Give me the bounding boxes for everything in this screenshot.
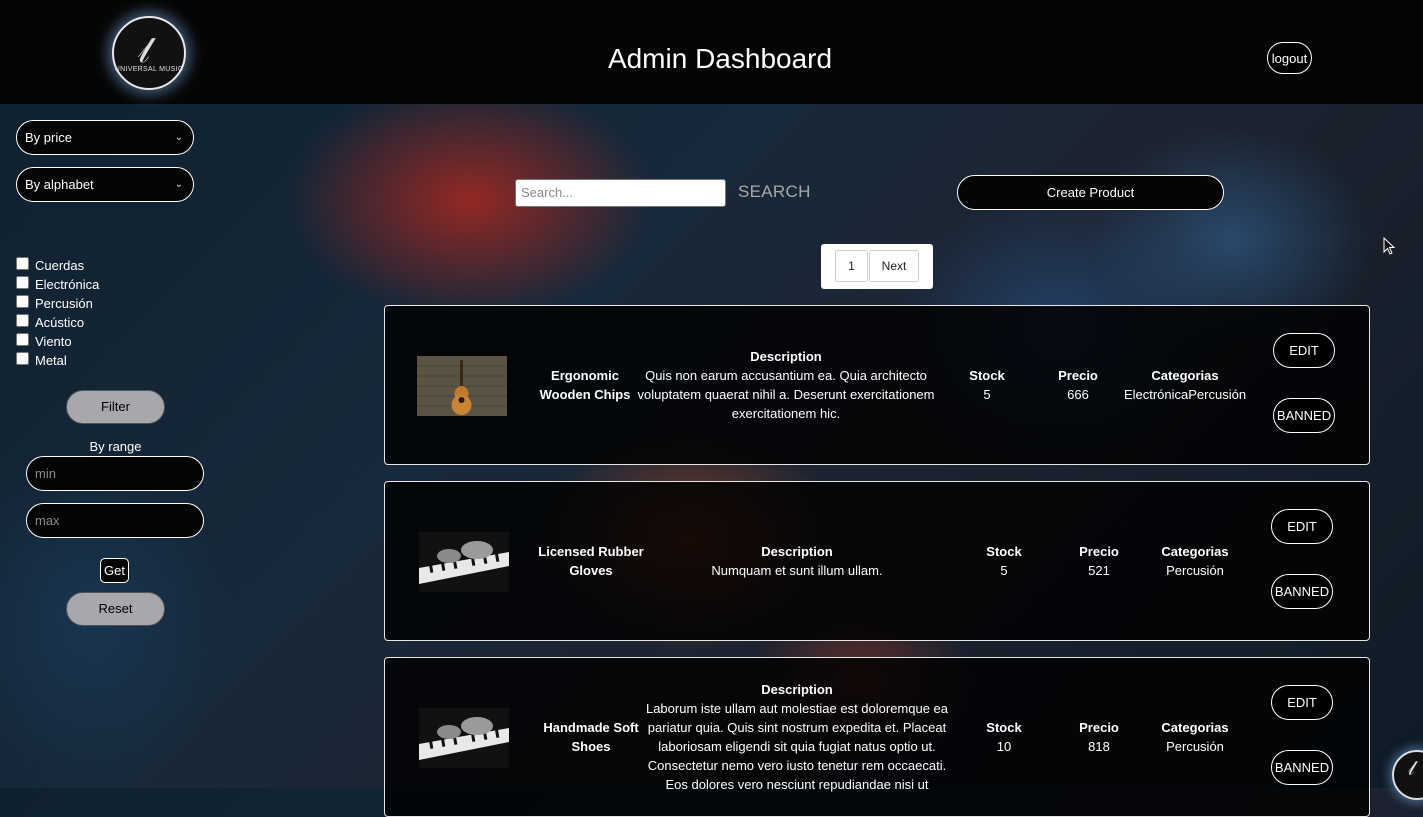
price-value: 666: [1067, 387, 1089, 402]
pagination: 1 Next: [821, 244, 933, 289]
description-text: Numquam et sunt illum ullam.: [711, 563, 883, 578]
product-stock: Stock 10: [969, 718, 1039, 756]
category-label: Percusión: [35, 296, 93, 311]
page-title: Admin Dashboard: [607, 43, 833, 74]
logo-mark: 𝓁: [1408, 756, 1415, 780]
range-label: By range: [89, 439, 142, 454]
price-value: 521: [1088, 563, 1110, 578]
piano-image: [419, 708, 509, 768]
description-text: Quis non earum accusantium ea. Quia arch…: [637, 368, 935, 421]
description-header: Description: [761, 682, 833, 697]
category-label: Acústico: [35, 315, 85, 330]
price-header: Precio: [1079, 544, 1119, 559]
description-header: Description: [761, 544, 833, 559]
categories-value: Percusión: [1166, 739, 1224, 754]
categories-value: ElectrónicaPercusión: [1123, 387, 1247, 402]
search-input[interactable]: Search...: [515, 179, 726, 207]
product-categories: Categorias Percusión: [1145, 718, 1245, 756]
category-label: Viento: [35, 334, 72, 349]
reset-button[interactable]: Reset: [66, 592, 165, 626]
product-card: Handmade Soft Shoes Description Laborum …: [384, 657, 1370, 817]
price-header: Precio: [1079, 720, 1119, 735]
category-label: Electrónica: [35, 277, 100, 292]
product-categories: Categorias Percusión: [1145, 542, 1245, 580]
logo-icon[interactable]: 𝓁 UNIVERSAL MUSIC: [112, 16, 186, 90]
sort-price-select[interactable]: By price ⌄: [16, 120, 194, 155]
checkbox[interactable]: [16, 276, 29, 289]
product-price: Precio 521: [1064, 542, 1134, 580]
product-stock: Stock 5: [952, 366, 1022, 404]
edit-button[interactable]: EDIT: [1271, 685, 1333, 720]
sort-alpha-value: By alphabet: [25, 177, 94, 192]
max-input[interactable]: max: [26, 503, 204, 538]
create-product-button[interactable]: Create Product: [957, 175, 1224, 210]
checkbox[interactable]: [16, 333, 29, 346]
banned-button[interactable]: BANNED: [1273, 398, 1335, 433]
edit-button[interactable]: EDIT: [1273, 333, 1335, 368]
checkbox[interactable]: [16, 295, 29, 308]
product-name: Licensed Rubber Gloves: [538, 544, 644, 578]
page-1-button[interactable]: 1: [835, 250, 868, 282]
min-input[interactable]: min: [26, 456, 204, 491]
checkbox[interactable]: [16, 314, 29, 327]
product-card: Ergonomic Wooden Chips Description Quis …: [384, 305, 1370, 465]
header: 𝓁 UNIVERSAL MUSIC Admin Dashboard logout: [0, 0, 1423, 104]
product-categories: Categorias ElectrónicaPercusión: [1120, 366, 1250, 404]
product-stock: Stock 5: [969, 542, 1039, 580]
piano-image: [419, 532, 509, 592]
categories-header: Categorias: [1151, 368, 1219, 383]
product-description: Description Quis non earum accusantium e…: [635, 347, 937, 423]
banned-button[interactable]: BANNED: [1271, 750, 1333, 785]
logout-button[interactable]: logout: [1267, 42, 1312, 74]
search-button[interactable]: SEARCH: [738, 182, 811, 202]
product-name: Handmade Soft Shoes: [543, 720, 639, 754]
stock-header: Stock: [986, 720, 1022, 735]
stock-value: 5: [1000, 563, 1008, 578]
cursor-icon: [1383, 236, 1396, 260]
price-header: Precio: [1058, 368, 1098, 383]
checkbox[interactable]: [16, 257, 29, 270]
product-price: Precio 818: [1064, 718, 1134, 756]
logo-text: UNIVERSAL MUSIC: [114, 66, 184, 73]
filter-button[interactable]: Filter: [66, 390, 165, 424]
product-description: Description Numquam et sunt illum ullam.: [647, 542, 947, 580]
categories-header: Categorias: [1161, 544, 1229, 559]
category-label: Cuerdas: [35, 258, 85, 273]
stock-header: Stock: [969, 368, 1005, 383]
stock-header: Stock: [986, 544, 1022, 559]
edit-button[interactable]: EDIT: [1271, 509, 1333, 544]
categories-header: Categorias: [1161, 720, 1229, 735]
guitar-image: [417, 356, 507, 416]
chevron-down-icon: ⌄: [174, 132, 183, 143]
price-value: 818: [1088, 739, 1110, 754]
chevron-down-icon: ⌄: [174, 179, 183, 190]
product-name: Ergonomic Wooden Chips: [539, 368, 631, 402]
sort-alpha-select[interactable]: By alphabet ⌄: [16, 167, 194, 202]
next-page-button[interactable]: Next: [869, 250, 919, 282]
product-price: Precio 666: [1043, 366, 1113, 404]
category-label: Metal: [35, 353, 67, 368]
get-button[interactable]: Get: [100, 558, 129, 583]
stock-value: 10: [996, 739, 1012, 754]
stock-value: 5: [983, 387, 991, 402]
description-text: Laborum iste ullam aut molestiae est dol…: [645, 701, 949, 792]
product-card: Licensed Rubber Gloves Description Numqu…: [384, 481, 1370, 641]
sort-price-value: By price: [25, 130, 72, 145]
product-description: Description Laborum iste ullam aut moles…: [645, 680, 949, 794]
checkbox[interactable]: [16, 352, 29, 365]
categories-value: Percusión: [1166, 563, 1224, 578]
banned-button[interactable]: BANNED: [1271, 574, 1333, 609]
description-header: Description: [750, 349, 822, 364]
logo-icon[interactable]: 𝓁: [1392, 750, 1423, 800]
